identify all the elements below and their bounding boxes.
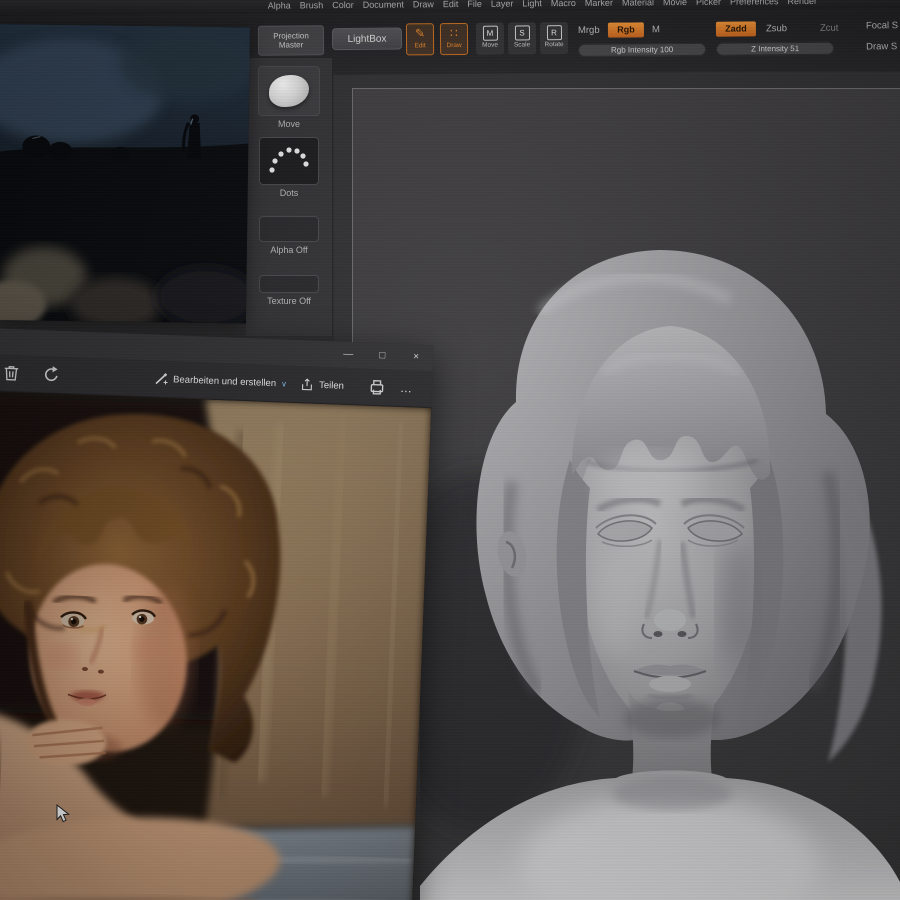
menu-item-edit[interactable]: Edit xyxy=(443,0,459,9)
edit-create-label: Bearbeiten und erstellen xyxy=(173,374,276,389)
texture-preview-button[interactable] xyxy=(259,275,319,293)
share-label: Teilen xyxy=(319,379,344,391)
print-icon[interactable] xyxy=(368,378,387,397)
share-button[interactable]: Teilen xyxy=(299,366,344,404)
stroke-preview-button[interactable] xyxy=(259,137,319,185)
move-mode-button[interactable]: M Move xyxy=(476,23,504,55)
scale-mode-label: Scale xyxy=(508,41,536,48)
rotate-gyro-icon: R xyxy=(546,25,561,40)
mrgb-toggle[interactable]: Mrgb xyxy=(578,25,600,36)
edit-pencil-icon: ✎ xyxy=(407,24,433,42)
share-icon xyxy=(300,377,315,392)
menu-item-picker[interactable]: Picker xyxy=(696,0,721,7)
zbrush-left-palette: Move Dots Alpha Off Texture Off xyxy=(246,58,333,336)
focal-shift-slider[interactable]: Focal S xyxy=(866,20,898,31)
rotate-mode-label: Rotate xyxy=(540,41,568,48)
move-gyro-icon: M xyxy=(482,26,497,41)
draw-size-slider[interactable]: Draw S xyxy=(866,41,897,52)
edit-create-pencil-icon xyxy=(154,371,169,386)
menu-item-material[interactable]: Material xyxy=(622,0,654,8)
scale-gyro-icon: S xyxy=(514,25,529,40)
edit-create-button[interactable]: Bearbeiten und erstellen ∨ xyxy=(153,361,287,402)
menu-item-light[interactable]: Light xyxy=(522,0,542,8)
minimize-button[interactable]: — xyxy=(331,341,366,368)
reference-image-dark-painting xyxy=(0,24,250,323)
move-mode-label: Move xyxy=(476,42,504,49)
menu-item-preferences[interactable]: Preferences xyxy=(730,0,779,7)
rotate-icon[interactable] xyxy=(42,365,61,384)
menu-item-layer[interactable]: Layer xyxy=(491,0,514,9)
menu-item-macro[interactable]: Macro xyxy=(551,0,576,8)
draw-dots-icon: ∷ xyxy=(441,24,467,42)
menu-item-brush[interactable]: Brush xyxy=(300,0,324,10)
menu-item-render[interactable]: Render xyxy=(787,0,817,6)
lightbox-button[interactable]: LightBox xyxy=(332,27,402,50)
edit-mode-button[interactable]: ✎ Edit xyxy=(406,23,434,55)
close-button[interactable]: × xyxy=(399,344,434,371)
draw-mode-button[interactable]: ∷ Draw xyxy=(440,23,468,55)
menu-item-color[interactable]: Color xyxy=(332,0,354,10)
menu-item-document[interactable]: Document xyxy=(363,0,404,10)
sculpted-head-model xyxy=(420,222,900,900)
brush-preview-button[interactable] xyxy=(258,66,320,116)
texture-label: Texture Off xyxy=(246,296,332,306)
rotate-mode-button[interactable]: R Rotate xyxy=(540,22,568,54)
z-intensity-slider[interactable]: Z Intensity 51 xyxy=(716,42,834,56)
menu-item-file[interactable]: File xyxy=(467,0,482,9)
monitor-screen: Alpha Brush Color Document Draw Edit Fil… xyxy=(0,0,900,900)
chevron-down-icon: ∨ xyxy=(281,379,287,388)
menu-item-marker[interactable]: Marker xyxy=(585,0,613,8)
draw-mode-label: Draw xyxy=(441,42,467,49)
more-options-button[interactable]: … xyxy=(399,370,413,406)
brush-name-label: Move xyxy=(246,119,332,129)
move-brush-icon xyxy=(269,75,309,107)
sculpt-canvas[interactable] xyxy=(420,222,900,900)
stroke-name-label: Dots xyxy=(246,188,332,198)
zsub-toggle[interactable]: Zsub xyxy=(766,23,787,34)
menu-item-movie[interactable]: Movie xyxy=(663,0,687,7)
more-dots-icon: … xyxy=(400,381,414,395)
zcut-toggle[interactable]: Zcut xyxy=(820,23,839,34)
mouse-cursor xyxy=(56,804,72,829)
zadd-toggle[interactable]: Zadd xyxy=(716,21,756,36)
scale-mode-button[interactable]: S Scale xyxy=(508,22,536,54)
menu-item-draw[interactable]: Draw xyxy=(413,0,434,9)
edit-mode-label: Edit xyxy=(407,42,433,49)
delete-icon[interactable] xyxy=(2,364,21,383)
maximize-button[interactable]: □ xyxy=(365,343,400,370)
m-toggle[interactable]: M xyxy=(652,24,660,35)
alpha-preview-button[interactable] xyxy=(259,216,319,242)
projection-master-button[interactable]: Projection Master xyxy=(258,25,324,56)
dots-stroke-icon xyxy=(267,144,311,178)
rgb-toggle[interactable]: Rgb xyxy=(608,22,644,37)
rgb-intensity-slider[interactable]: Rgb Intensity 100 xyxy=(578,43,706,57)
alpha-label: Alpha Off xyxy=(246,245,332,255)
menu-item-alpha[interactable]: Alpha xyxy=(268,0,291,10)
